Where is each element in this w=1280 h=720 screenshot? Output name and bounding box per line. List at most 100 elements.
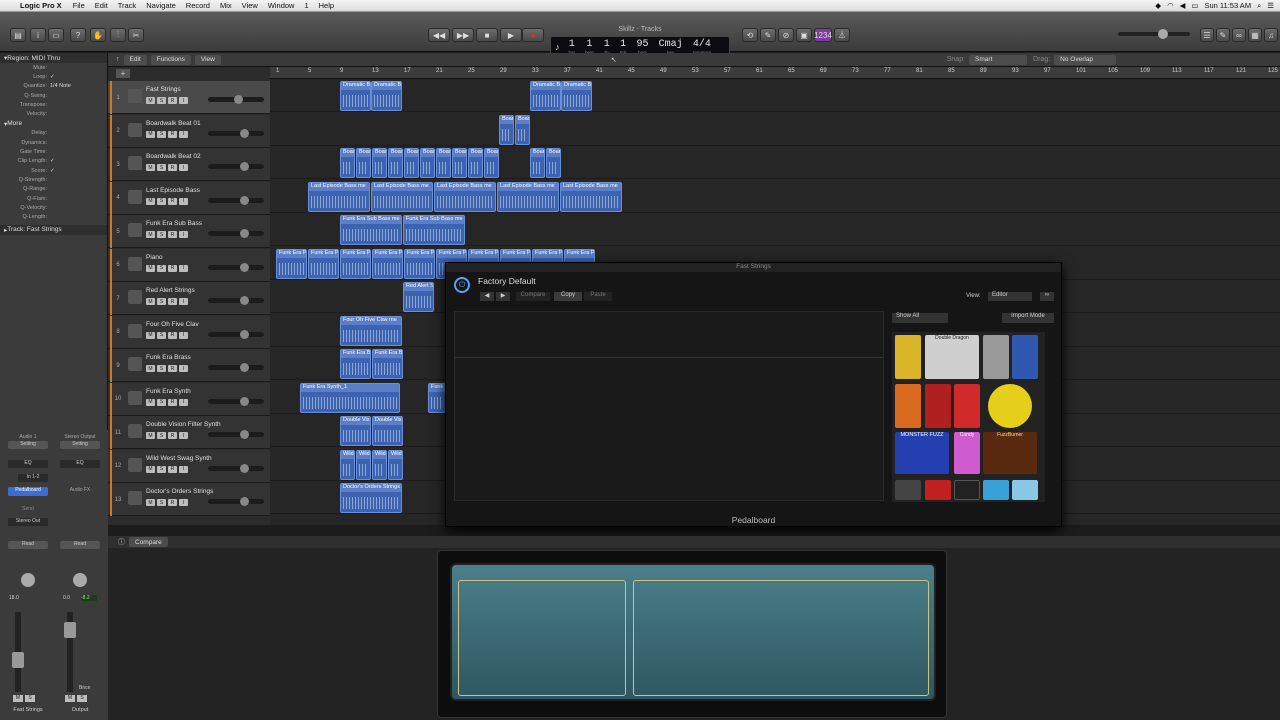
volume-knob[interactable]: [240, 430, 249, 439]
inspector-row[interactable]: Dynamics:: [0, 138, 107, 147]
region[interactable]: Double Vis: [340, 416, 371, 446]
editors-button[interactable]: ✂: [128, 28, 144, 42]
track-name[interactable]: Piano: [146, 254, 163, 261]
region[interactable]: Last Episode Bass me: [308, 181, 370, 212]
power-icon[interactable]: ⏻: [454, 277, 470, 293]
region[interactable]: Boar: [468, 148, 483, 178]
inspector-row[interactable]: Delay:: [0, 129, 107, 138]
paste-button[interactable]: Paste: [584, 292, 612, 301]
region[interactable]: Wild: [340, 449, 355, 480]
track-name[interactable]: Boardwalk Beat 01: [146, 120, 201, 127]
track-header[interactable]: 2 Boardwalk Beat 01 M S R I: [108, 114, 270, 148]
toolbar-button[interactable]: ▭: [48, 28, 64, 42]
region[interactable]: Boar: [340, 148, 355, 178]
mute-button[interactable]: M: [13, 695, 23, 702]
track-instrument-icon[interactable]: [128, 323, 142, 338]
region[interactable]: Dramatic B: [530, 81, 561, 111]
param-value[interactable]: ✓: [50, 158, 55, 164]
clock[interactable]: Sun 11:53 AM: [1205, 1, 1252, 10]
track-name[interactable]: Fast Strings: [146, 86, 181, 93]
solo-button[interactable]: S: [157, 432, 166, 439]
region[interactable]: Last Episode Bass me: [434, 181, 496, 212]
track-instrument-icon[interactable]: [128, 89, 142, 103]
record-enable-button[interactable]: R: [168, 499, 177, 506]
mute-button[interactable]: M: [146, 231, 155, 238]
more-header[interactable]: ▾ More: [0, 119, 107, 129]
inspector-row[interactable]: Score: ✓: [0, 166, 107, 175]
track-header[interactable]: 10 Funk Era Synth M S R I: [108, 382, 270, 416]
mute-button[interactable]: M: [146, 197, 155, 205]
region[interactable]: Last Episode Bass me: [560, 181, 622, 212]
track-volume-slider[interactable]: [208, 95, 264, 104]
inspector-row[interactable]: Q-Flam:: [0, 194, 107, 203]
region[interactable]: Doctor's Orders Strings: [340, 483, 402, 513]
track-inspector-header[interactable]: ▸ Track: Fast Strings: [0, 224, 107, 235]
track-header[interactable]: 13 Doctor's Orders Strings M S R I: [108, 483, 270, 516]
track-name[interactable]: Funk Era Sub Bass: [146, 220, 202, 227]
track-volume-slider[interactable]: [208, 396, 264, 406]
region[interactable]: Last Episode Bass me: [371, 181, 433, 212]
menu-edit[interactable]: Edit: [90, 1, 113, 10]
track-name[interactable]: Wild West Swag Synth: [146, 455, 212, 462]
solo-button[interactable]: S: [157, 365, 166, 372]
inspector-row[interactable]: Q-Range:: [0, 185, 107, 194]
inspector-row[interactable]: Q-Velocity:: [0, 203, 107, 212]
pedal-red-2[interactable]: [954, 384, 980, 428]
dropbox-icon[interactable]: ◆: [1155, 1, 1161, 10]
menu-1[interactable]: 1: [299, 1, 313, 10]
setting-button[interactable]: Setting: [60, 441, 100, 449]
copy-button[interactable]: Copy: [554, 292, 582, 301]
track-name[interactable]: Funk Era Synth: [146, 388, 191, 395]
pan-knob[interactable]: [73, 573, 87, 587]
inspector-row[interactable]: Loop: ✓: [0, 72, 107, 81]
region[interactable]: Boar: [436, 148, 451, 178]
inspector-row[interactable]: Mute:: [0, 63, 107, 72]
track-volume-slider[interactable]: [208, 128, 264, 138]
region[interactable]: Wild: [372, 449, 387, 480]
solo-button[interactable]: S: [157, 97, 166, 104]
mute-button[interactable]: M: [146, 97, 155, 104]
region[interactable]: Wild: [356, 449, 371, 480]
mute-button[interactable]: M: [146, 298, 155, 305]
pedal-black[interactable]: [954, 480, 980, 500]
inspector-row[interactable]: Q-Length:: [0, 212, 107, 221]
solo-button[interactable]: S: [157, 264, 166, 272]
master-volume-knob[interactable]: [1158, 29, 1168, 39]
menu-track[interactable]: Track: [113, 1, 141, 10]
pointer-tool-icon[interactable]: ↖: [611, 56, 617, 64]
input-monitor-button[interactable]: I: [179, 499, 188, 506]
region-inspector-header[interactable]: ▾ Region: MIDI Thru: [0, 53, 107, 63]
eq-button[interactable]: EQ: [8, 460, 48, 468]
solo-button[interactable]: S: [157, 298, 166, 305]
mute-button[interactable]: M: [146, 465, 155, 473]
track-volume-slider[interactable]: [208, 229, 264, 238]
quick-help-button[interactable]: ?: [70, 28, 86, 42]
metronome-button[interactable]: ⏃: [834, 28, 850, 42]
inspector-row[interactable]: Gate Time:: [0, 147, 107, 156]
snap-select[interactable]: Smart: [969, 54, 1028, 65]
mute-button[interactable]: M: [146, 130, 155, 138]
input-monitor-button[interactable]: I: [179, 97, 188, 104]
notification-icon[interactable]: ☰: [1267, 1, 1274, 10]
record-button[interactable]: ●: [522, 28, 544, 42]
link-icon[interactable]: ∞: [1040, 292, 1054, 301]
track-volume-slider[interactable]: [208, 195, 264, 205]
master-volume-slider[interactable]: [1118, 29, 1190, 39]
input-monitor-button[interactable]: I: [179, 298, 188, 305]
pedal-slot-1[interactable]: [458, 580, 626, 696]
pedal-yellow[interactable]: [895, 335, 921, 379]
play-button[interactable]: ▶: [500, 28, 522, 42]
next-preset-button[interactable]: ▶: [496, 292, 510, 301]
track-name[interactable]: Double Vision Filter Synth: [146, 421, 221, 428]
record-enable-button[interactable]: R: [168, 164, 177, 171]
notepad-button[interactable]: ✎: [1216, 28, 1230, 42]
input-monitor-button[interactable]: I: [179, 264, 188, 272]
region[interactable]: Dramatic B: [561, 81, 592, 111]
back-arrow-icon[interactable]: ↑: [116, 56, 120, 63]
menu-window[interactable]: Window: [263, 1, 300, 10]
track-instrument-icon[interactable]: [128, 122, 142, 137]
input-monitor-button[interactable]: I: [179, 432, 188, 439]
add-track-button[interactable]: +: [116, 69, 130, 78]
inspector-row[interactable]: Quantize: 1/4 Note: [0, 82, 107, 91]
input-monitor-button[interactable]: I: [179, 164, 188, 171]
